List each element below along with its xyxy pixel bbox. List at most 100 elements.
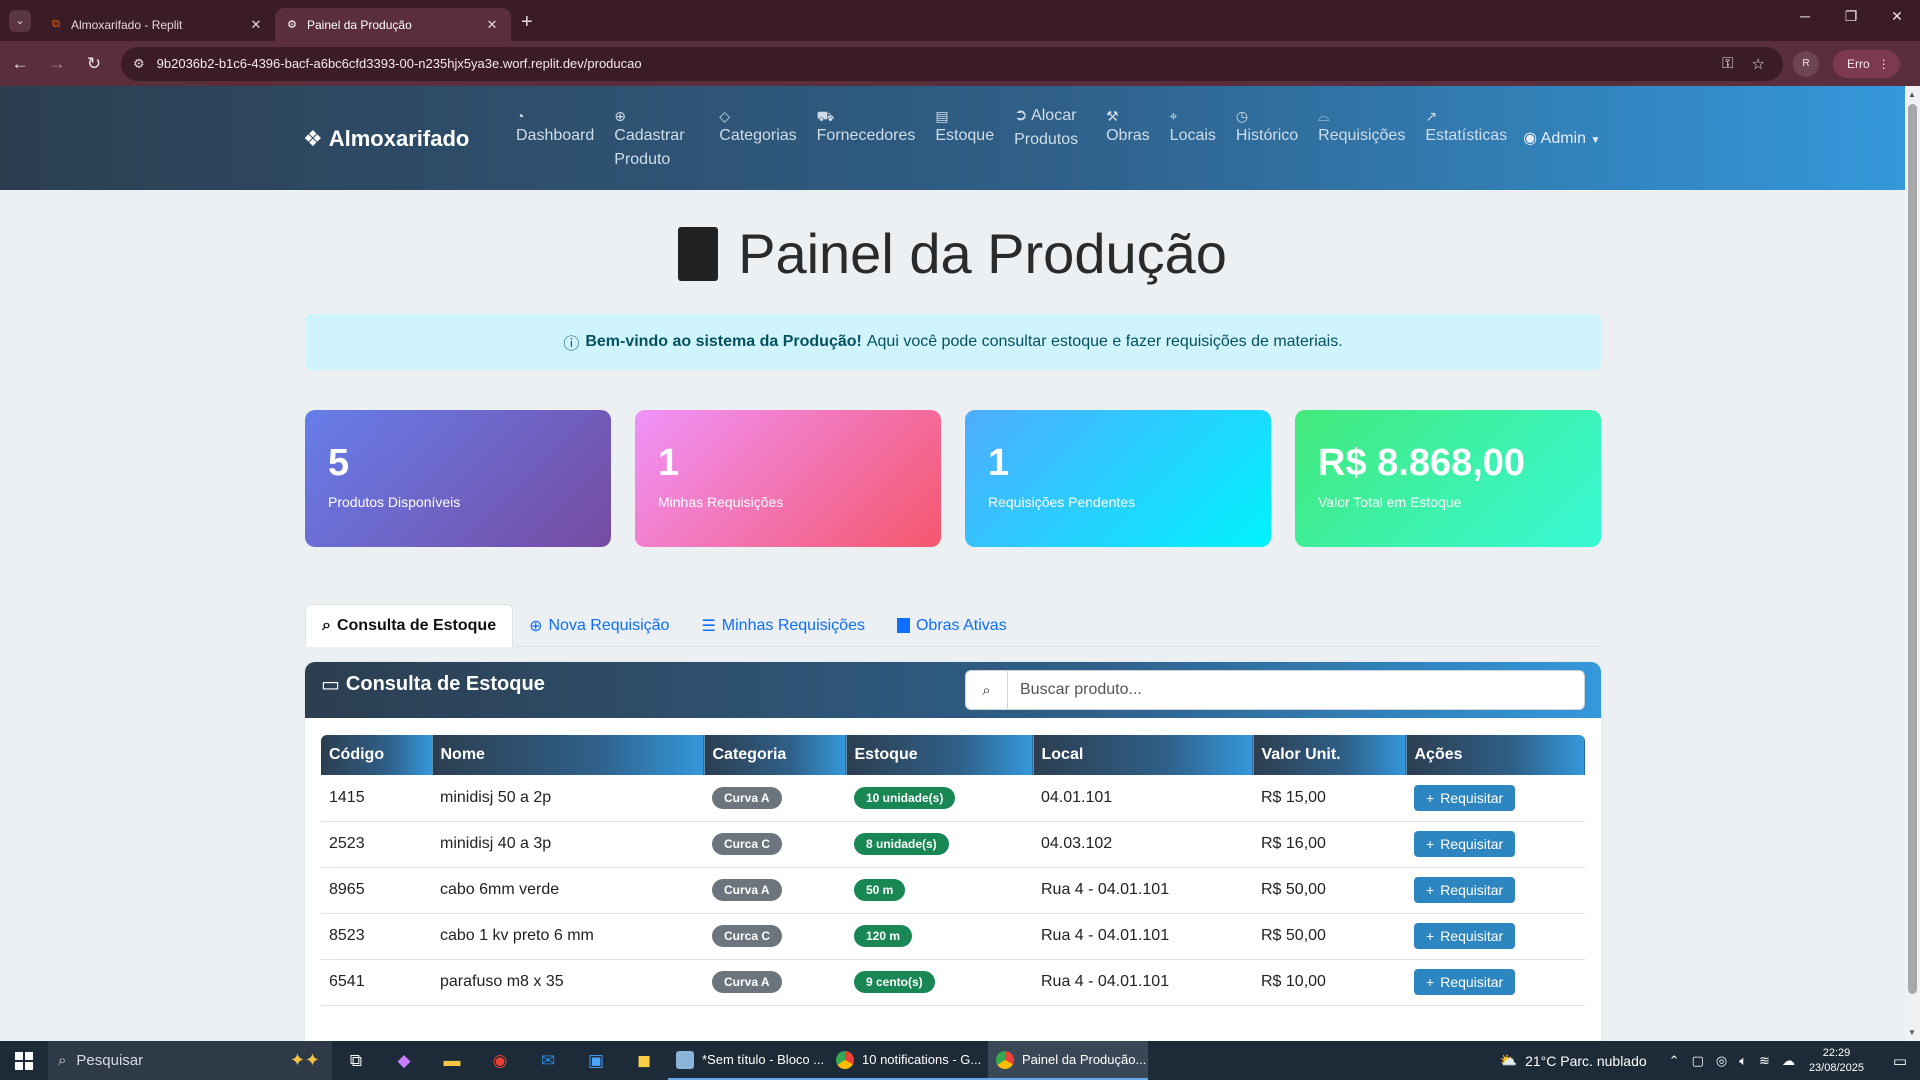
scroll-up-icon[interactable]: ▲ [1908, 90, 1916, 99]
stock-panel: ▭ Consulta de Estoque ⌕ Código Nome Cate… [305, 662, 1601, 1041]
chevron-up-icon[interactable]: ⌃ [1669, 1053, 1680, 1069]
meet-icon[interactable]: ▢ [1692, 1053, 1704, 1069]
cell-location: Rua 4 - 04.01.101 [1033, 959, 1253, 1006]
page-scrollbar[interactable]: ▲ ▼ [1905, 86, 1920, 1041]
cell-name: minidisj 50 a 2p [432, 775, 704, 822]
wifi-icon[interactable]: ≋ [1759, 1053, 1770, 1069]
col-header: Código [321, 735, 432, 775]
taskbar-search[interactable]: ⌕ Pesquisar ✦✦ [48, 1041, 332, 1080]
file-explorer-icon[interactable]: ▬ [428, 1041, 476, 1080]
brand-link[interactable]: ❖ Almoxarifado [303, 126, 469, 152]
new-tab-button[interactable]: + [521, 11, 533, 34]
nav-alocar-produtos[interactable]: ➲ Alocar Produtos [1004, 104, 1096, 172]
plus-icon: + [1426, 974, 1435, 990]
error-menu-button[interactable]: Erro ⋮ [1833, 49, 1900, 78]
taskbar-app-chrome-notifications[interactable]: 10 notifications - G... [828, 1041, 988, 1080]
start-button[interactable] [0, 1041, 48, 1080]
category-badge: Curca C [712, 925, 783, 947]
cloud-icon[interactable]: ☁ [1782, 1053, 1795, 1069]
cell-location: Rua 4 - 04.01.101 [1033, 867, 1253, 914]
nav-categorias[interactable]: ◇ Categorias [709, 104, 806, 172]
table-row: 1415 minidisj 50 a 2p Curva A 10 unidade… [321, 775, 1585, 822]
clock[interactable]: 22:29 23/08/2025 [1809, 1046, 1864, 1076]
tab-minhas-requisicoes[interactable]: ☰ Minhas Requisições [685, 604, 881, 647]
arrow-circle-icon: ➲ [1014, 107, 1028, 124]
stat-label: Minhas Requisições [658, 494, 784, 510]
nav-dashboard[interactable]: ◔ Dashboard [506, 104, 604, 172]
restore-icon[interactable]: ❐ [1828, 0, 1874, 32]
profile-avatar[interactable]: R [1793, 50, 1819, 77]
nav-estatisticas[interactable]: ↗ Estatísticas [1415, 104, 1517, 172]
scrollbar-thumb[interactable] [1908, 104, 1917, 994]
tab-title: Almoxarifado - Replit [71, 17, 183, 32]
requisitar-button[interactable]: + Requisitar [1414, 784, 1516, 811]
minimize-icon[interactable]: ─ [1782, 0, 1828, 32]
volume-icon[interactable]: 🔈︎ [1739, 1053, 1747, 1069]
search-icon: ⌕ [58, 1052, 67, 1069]
nav-locais[interactable]: ⌖ Locais [1160, 104, 1226, 172]
copilot-icon[interactable]: ◆ [380, 1041, 428, 1080]
tab-search-button[interactable]: ⌄ [9, 9, 31, 32]
tab-obras-ativas[interactable]: Obras Ativas [881, 604, 1023, 647]
taskbar-app-chrome-painel[interactable]: Painel da Produção... [988, 1041, 1148, 1080]
bookmark-star-icon[interactable]: ☆ [1752, 55, 1765, 73]
forward-icon[interactable]: → [40, 47, 74, 81]
scroll-down-icon[interactable]: ▼ [1908, 1028, 1916, 1037]
chrome-tray-icon[interactable]: ◎ [1716, 1053, 1727, 1069]
close-icon[interactable]: ✕ [247, 17, 265, 33]
site-info-icon[interactable]: ⚙ [133, 56, 145, 72]
nav-fornecedores[interactable]: ⛟ Fornecedores [807, 104, 926, 172]
requisitar-button[interactable]: + Requisitar [1414, 923, 1516, 949]
tab-consulta-estoque[interactable]: ⌕ Consulta de Estoque [305, 604, 514, 647]
weather-widget[interactable]: ⛅ 21°C Parc. nublado [1500, 1052, 1647, 1069]
category-badge: Curca C [712, 833, 783, 855]
notification-icon[interactable]: ▭ [1880, 1052, 1920, 1070]
browser-tab-bar: ⌄ ⧉ Almoxarifado - Replit ✕ ⚙ Painel da … [0, 0, 1920, 41]
user-circle-icon: ◉ [1523, 130, 1538, 147]
search-input[interactable] [1008, 672, 1584, 708]
tab-nova-requisicao[interactable]: ⊕ Nova Requisição [513, 604, 685, 647]
table-row: 8523 cabo 1 kv preto 6 mm Curca C 120 m … [321, 913, 1585, 960]
app-window-icon[interactable]: ▣ [572, 1041, 620, 1080]
requisitar-button[interactable]: + Requisitar [1414, 877, 1516, 903]
col-header: Categoria [703, 735, 846, 775]
stock-badge: 9 cento(s) [854, 971, 935, 993]
nav-historico[interactable]: ◷ Histórico [1226, 104, 1308, 172]
nav-estoque[interactable]: ▤ Estoque [925, 104, 1004, 172]
url-field[interactable]: ⚙ 9b2036b2-b1c6-4396-bacf-a6bc6cfd3393-0… [121, 46, 1783, 81]
sticky-notes-icon[interactable]: ◼ [620, 1041, 668, 1080]
col-header: Estoque [845, 735, 1033, 775]
browser-tab-replit[interactable]: ⧉ Almoxarifado - Replit ✕ [39, 8, 275, 41]
clock-time: 22:29 [1822, 1046, 1851, 1059]
back-icon[interactable]: ← [3, 47, 37, 81]
browser-tab-painel[interactable]: ⚙ Painel da Produção ✕ [275, 8, 511, 41]
chrome-icon[interactable]: ◉ [476, 1041, 524, 1080]
dashboard-icon: ◔ [516, 108, 525, 124]
admin-dropdown[interactable]: ◉ Admin ▼ [1517, 104, 1600, 172]
password-key-icon[interactable]: ⚿ [1722, 55, 1733, 72]
requisitar-button[interactable]: + Requisitar [1414, 969, 1516, 995]
plus-icon: + [1426, 789, 1435, 806]
clock-icon: ◷ [1235, 108, 1249, 124]
reload-icon[interactable]: ↻ [77, 47, 111, 81]
category-badge: Curva A [712, 971, 782, 993]
sparkle-icon: ✦✦ [289, 1050, 320, 1070]
nav-obras[interactable]: ⚒ Obras [1096, 104, 1160, 172]
partly-cloudy-icon: ⛅ [1499, 1052, 1518, 1068]
search-icon: ⌕ [322, 616, 331, 634]
outlook-icon[interactable]: ✉ [524, 1041, 572, 1080]
tab-title: Painel da Produção [307, 17, 412, 32]
taskbar-app-notepad[interactable]: *Sem título - Bloco ... [668, 1041, 828, 1080]
cell-code: 6541 [321, 959, 432, 1006]
close-window-icon[interactable]: ✕ [1874, 0, 1920, 32]
more-vert-icon: ⋮ [1877, 56, 1890, 71]
requisitar-button[interactable]: + Requisitar [1414, 831, 1516, 857]
nav-requisicoes[interactable]: ⌓ Requisições [1308, 104, 1415, 172]
task-view-icon[interactable]: ⧉ [332, 1041, 380, 1080]
category-badge: Curva A [712, 786, 782, 809]
nav-menu: ◔ Dashboard ⊕ Cadastrar Produto ◇ Categoria… [506, 104, 1600, 172]
close-icon[interactable]: ✕ [483, 17, 501, 33]
nav-cadastrar-produto[interactable]: ⊕ Cadastrar Produto [604, 104, 709, 172]
tag-icon: ◇ [719, 108, 731, 124]
site-icon: ⚙ [287, 19, 297, 31]
